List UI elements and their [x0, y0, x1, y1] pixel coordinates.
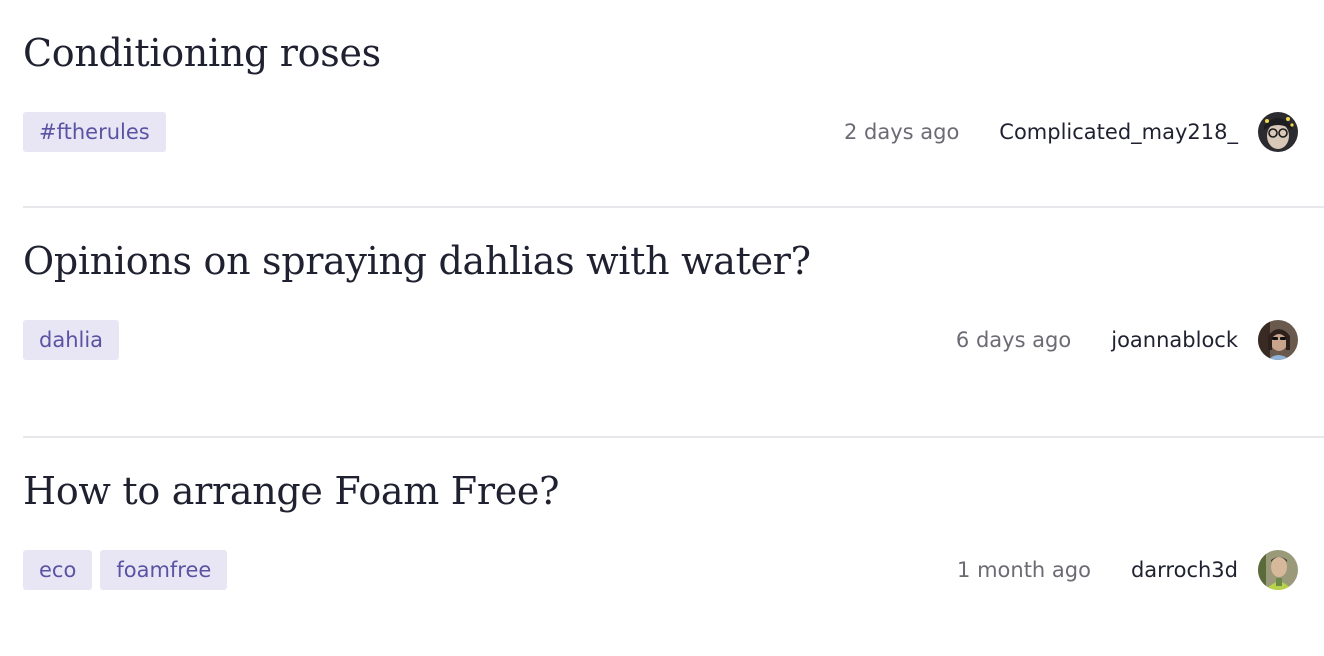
timestamp: 1 month ago: [957, 558, 1091, 582]
tag[interactable]: #ftherules: [23, 112, 166, 152]
thread-list: Conditioning roses #ftherules 2 days ago…: [0, 0, 1324, 656]
avatar[interactable]: [1258, 112, 1298, 152]
author-name[interactable]: joannablock: [1111, 328, 1238, 352]
tag[interactable]: dahlia: [23, 320, 120, 360]
tag[interactable]: foamfree: [100, 550, 228, 590]
avatar[interactable]: [1258, 550, 1298, 590]
thread-meta: 6 days ago joannablock: [956, 318, 1298, 362]
tag-list: #ftherules: [23, 112, 166, 152]
thread-meta: 1 month ago darroch3d: [957, 548, 1298, 592]
thread-item[interactable]: Opinions on spraying dahlias with water?…: [23, 208, 1324, 438]
author-name[interactable]: darroch3d: [1131, 558, 1238, 582]
tag[interactable]: eco: [23, 550, 93, 590]
thread-item[interactable]: How to arrange Foam Free? eco foamfree 1…: [23, 438, 1324, 656]
thread-item[interactable]: Conditioning roses #ftherules 2 days ago…: [23, 0, 1324, 208]
timestamp: 2 days ago: [843, 120, 960, 144]
thread-meta: 2 days ago Complicated_may218_: [844, 110, 1298, 154]
thread-title[interactable]: How to arrange Foam Free?: [23, 462, 559, 520]
avatar[interactable]: [1258, 320, 1298, 360]
author-name[interactable]: Complicated_may218_: [999, 120, 1238, 144]
thread-title[interactable]: Conditioning roses: [23, 24, 381, 82]
thread-title[interactable]: Opinions on spraying dahlias with water?: [23, 232, 811, 290]
timestamp: 6 days ago: [955, 328, 1072, 352]
tag-list: dahlia: [23, 320, 120, 360]
tag-list: eco foamfree: [23, 550, 228, 590]
